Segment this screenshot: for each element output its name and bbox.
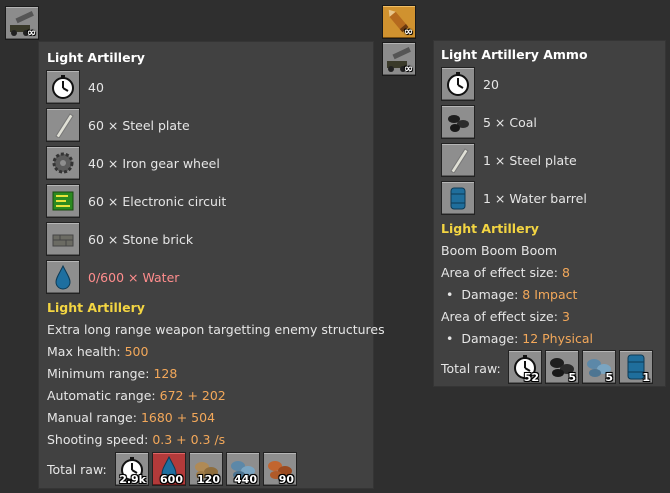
effect-label: Damage:: [461, 331, 523, 346]
water-barrel-icon: 1: [619, 350, 653, 384]
ingredient-text: 60 × Stone brick: [88, 231, 194, 247]
light-artillery-sub-slot[interactable]: ∞: [382, 42, 416, 76]
ingredient-text: 5 × Coal: [483, 114, 537, 130]
iron-gear-wheel-icon: [46, 146, 80, 180]
infinite-badge: ∞: [26, 26, 36, 39]
stat-max-health: Max health: 500: [47, 344, 148, 359]
iron-ore-icon: 440: [226, 452, 260, 486]
copper-ore-icon: 90: [263, 452, 297, 486]
light-artillery-ammo-tooltip: Light Artillery Ammo 20 5 × Coal 1 × Ste…: [433, 40, 666, 387]
ingredient-row: 20: [441, 66, 499, 102]
steel-plate-icon: [46, 108, 80, 142]
ingredient-row: 60 × Stone brick: [46, 221, 193, 257]
raw-count: 52: [523, 371, 539, 384]
stone-brick-icon: [46, 222, 80, 256]
section-title: Light Artillery: [47, 300, 145, 315]
ingredient-text: 20: [483, 76, 499, 92]
ingredient-text: 40: [88, 79, 104, 95]
stat-label: Shooting speed:: [47, 432, 153, 447]
effect-value: 3: [561, 309, 570, 324]
time-icon: [46, 70, 80, 104]
ingredient-text: 60 × Steel plate: [88, 117, 190, 133]
time-icon: 2.9k: [115, 452, 149, 486]
effect-area: Area of effect size: 8: [441, 265, 570, 280]
section-title: Light Artillery: [441, 221, 539, 236]
water-icon: [46, 260, 80, 294]
ingredient-text: 1 × Steel plate: [483, 152, 577, 168]
coal-icon: 5: [545, 350, 579, 384]
raw-count: 90: [278, 473, 294, 486]
raw-count: 1: [642, 371, 650, 384]
ingredient-text: 1 × Water barrel: [483, 190, 587, 206]
stat-automatic-range: Automatic range: 672 + 202: [47, 388, 226, 403]
stat-minimum-range: Minimum range: 128: [47, 366, 177, 381]
raw-count: 600: [160, 473, 183, 486]
ingredient-row: 40: [46, 69, 104, 105]
stat-label: Max health:: [47, 344, 125, 359]
steel-plate-icon: [441, 143, 475, 177]
iron-ore-icon: 5: [582, 350, 616, 384]
water-icon: 600: [152, 452, 186, 486]
stat-value: 672 + 202: [159, 388, 226, 403]
effect-label: Area of effect size:: [441, 265, 562, 280]
electronic-circuit-icon: [46, 184, 80, 218]
stat-value: 128: [153, 366, 178, 381]
water-barrel-icon: [441, 181, 475, 215]
time-icon: 52: [508, 350, 542, 384]
light-artillery-tooltip: Light Artillery 40 60 × Steel plate 40 ×…: [38, 41, 385, 489]
effect-area: Area of effect size: 3: [441, 309, 570, 324]
bullet: •: [446, 287, 454, 302]
subtitle: Boom Boom Boom: [441, 243, 558, 258]
stat-value: 500: [124, 344, 149, 359]
stone-icon: 120: [189, 452, 223, 486]
raw-count: 5: [568, 371, 576, 384]
infinite-badge: ∞: [403, 25, 413, 38]
raw-count: 440: [234, 473, 257, 486]
effect-label: Damage:: [461, 287, 523, 302]
infinite-badge: ∞: [403, 62, 413, 75]
light-artillery-ammo-slot[interactable]: ∞: [382, 5, 416, 39]
ingredient-row: 1 × Water barrel: [441, 180, 587, 216]
bullet: •: [446, 331, 454, 346]
time-icon: [441, 67, 475, 101]
ingredient-text: 0/600 × Water: [88, 269, 180, 285]
effect-damage: • Damage: 8 Impact: [446, 287, 577, 302]
ingredient-row: 60 × Electronic circuit: [46, 183, 226, 219]
stat-shooting-speed: Shooting speed: 0.3 + 0.3 /s: [47, 432, 225, 447]
effect-label: Area of effect size:: [441, 309, 562, 324]
stat-label: Minimum range:: [47, 366, 154, 381]
tooltip-title: Light Artillery Ammo: [441, 47, 588, 62]
ingredient-row: 60 × Steel plate: [46, 107, 190, 143]
ingredient-row: 1 × Steel plate: [441, 142, 577, 178]
ingredient-text: 60 × Electronic circuit: [88, 193, 227, 209]
light-artillery-slot[interactable]: ∞: [5, 6, 39, 40]
stat-value: 1680 + 504: [140, 410, 216, 425]
effect-value: 8: [561, 265, 570, 280]
raw-count: 5: [605, 371, 613, 384]
effect-value: 8 Impact: [522, 287, 578, 302]
ingredient-row: 5 × Coal: [441, 104, 537, 140]
raw-count: 120: [197, 473, 220, 486]
raw-count: 2.9k: [119, 473, 146, 486]
stat-label: Manual range:: [47, 410, 141, 425]
coal-icon: [441, 105, 475, 139]
ingredient-row: 0/600 × Water: [46, 259, 179, 295]
stat-label: Automatic range:: [47, 388, 160, 403]
ingredient-text: 40 × Iron gear wheel: [88, 155, 220, 171]
tooltip-title: Light Artillery: [47, 50, 145, 65]
stat-value: 0.3 + 0.3 /s: [152, 432, 226, 447]
effect-value: 12 Physical: [522, 331, 593, 346]
stat-manual-range: Manual range: 1680 + 504: [47, 410, 215, 425]
effect-damage: • Damage: 12 Physical: [446, 331, 593, 346]
total-raw-label: Total raw:: [441, 361, 501, 376]
ingredient-row: 40 × Iron gear wheel: [46, 145, 220, 181]
description: Extra long range weapon targetting enemy…: [47, 322, 385, 337]
total-raw-label: Total raw:: [47, 462, 107, 477]
